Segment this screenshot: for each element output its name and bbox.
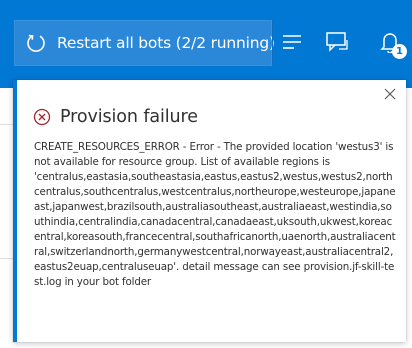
header-toolbar: Restart all bots (2/2 running) 1 xyxy=(0,0,412,88)
app-window: Restart all bots (2/2 running) 1 Provisi… xyxy=(0,0,412,348)
notification-title: Provision failure xyxy=(60,107,198,127)
close-icon[interactable] xyxy=(382,86,398,102)
list-menu-icon[interactable] xyxy=(280,30,304,54)
restart-button-label: Restart all bots (2/2 running) xyxy=(57,34,275,52)
notification-count-badge: 1 xyxy=(392,44,407,59)
toolbar-divider xyxy=(272,20,273,66)
restart-icon xyxy=(25,31,47,55)
notification-header: Provision failure xyxy=(33,107,198,127)
notification-bell-icon[interactable]: 1 xyxy=(378,30,407,59)
chat-icon[interactable] xyxy=(325,30,349,54)
error-circle-icon xyxy=(33,108,51,126)
notification-card: Provision failure CREATE_RESOURCES_ERROR… xyxy=(13,80,406,342)
notification-message: CREATE_RESOURCES_ERROR - Error - The pro… xyxy=(34,141,396,288)
background-divider xyxy=(0,124,14,125)
background-divider xyxy=(0,258,14,259)
restart-all-bots-button[interactable]: Restart all bots (2/2 running) xyxy=(14,20,275,66)
